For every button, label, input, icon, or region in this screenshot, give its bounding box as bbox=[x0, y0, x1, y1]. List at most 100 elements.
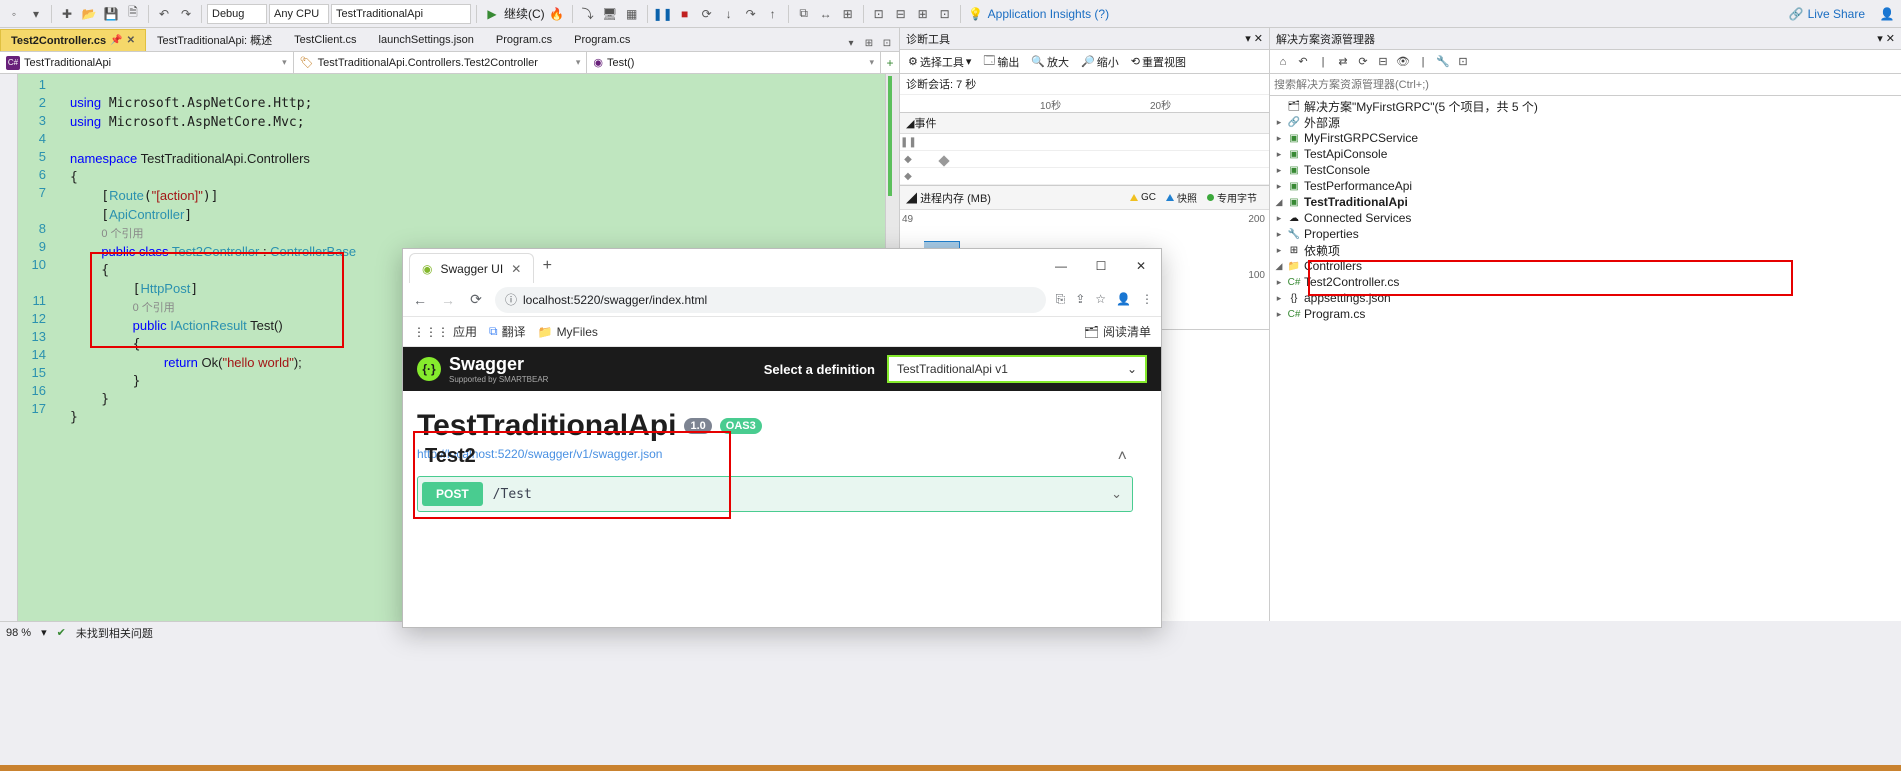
node-project5[interactable]: ◢▣TestTraditionalApi bbox=[1270, 194, 1901, 210]
node-external[interactable]: ▸🔗外部源 bbox=[1270, 114, 1901, 130]
undo-icon[interactable]: ↶ bbox=[154, 4, 174, 24]
node-project2[interactable]: ▸▣TestApiConsole bbox=[1270, 146, 1901, 162]
tab-launchsettings[interactable]: launchSettings.json bbox=[368, 29, 485, 51]
node-connected[interactable]: ▸☁Connected Services bbox=[1270, 210, 1901, 226]
apps-button[interactable]: ⋮⋮⋮应用 bbox=[413, 323, 477, 340]
redo-icon[interactable]: ↷ bbox=[176, 4, 196, 24]
tool6-icon[interactable]: ⊞ bbox=[913, 4, 933, 24]
output-button[interactable]: 🗔 输出 bbox=[979, 52, 1023, 71]
translate-icon[interactable]: ⎘ bbox=[1056, 292, 1066, 307]
definition-select[interactable]: TestTraditionalApi v1⌄ bbox=[887, 355, 1147, 383]
run-icon[interactable]: ▶ bbox=[482, 4, 502, 24]
nav-class[interactable]: 🏷TestTraditionalApi.Controllers.Test2Con… bbox=[294, 52, 588, 73]
sol-home-icon[interactable]: ⌂ bbox=[1274, 53, 1292, 71]
window-close-icon[interactable]: ✕ bbox=[1121, 251, 1161, 281]
zoom-in-button[interactable]: 🔍 放大 bbox=[1027, 54, 1073, 70]
panel-close-icon[interactable]: ✕ bbox=[1886, 33, 1895, 45]
sol-collapse-icon[interactable]: ⊟ bbox=[1374, 53, 1392, 71]
reading-list-button[interactable]: 🗂阅读清单 bbox=[1084, 323, 1151, 340]
save-icon[interactable]: 💾 bbox=[101, 4, 121, 24]
step-icon[interactable]: ⤵ bbox=[578, 4, 598, 24]
zoom-out-button[interactable]: 🔎 缩小 bbox=[1077, 54, 1123, 70]
tool4-icon[interactable]: ⊡ bbox=[869, 4, 889, 24]
node-deps[interactable]: ▸⊞依赖项 bbox=[1270, 242, 1901, 258]
breakpoint-gutter[interactable] bbox=[0, 74, 18, 621]
pin-icon[interactable]: 📌 bbox=[110, 35, 122, 46]
tab-test2controller[interactable]: Test2Controller.cs📌✕ bbox=[0, 29, 146, 51]
tool5-icon[interactable]: ⊟ bbox=[891, 4, 911, 24]
live-share-button[interactable]: 🔗Live Share bbox=[1789, 7, 1865, 21]
sol-view-icon[interactable]: ⊡ bbox=[1454, 53, 1472, 71]
tab-overview[interactable]: TestTraditionalApi: 概述 bbox=[146, 29, 283, 51]
nav-back-icon[interactable]: ◦ bbox=[4, 4, 24, 24]
stop-icon[interactable]: ■ bbox=[675, 4, 695, 24]
account-icon[interactable]: 👤 bbox=[1877, 4, 1897, 24]
star-icon[interactable]: ☆ bbox=[1095, 292, 1106, 307]
minimize-icon[interactable]: — bbox=[1041, 251, 1081, 281]
restart-icon[interactable]: ⟳ bbox=[697, 4, 717, 24]
solution-root[interactable]: 🗂解决方案"MyFirstGRPC"(5 个项目，共 5 个) bbox=[1270, 98, 1901, 114]
solution-tree[interactable]: 🗂解决方案"MyFirstGRPC"(5 个项目，共 5 个) ▸🔗外部源 ▸▣… bbox=[1270, 96, 1901, 324]
node-properties[interactable]: ▸🔧Properties bbox=[1270, 226, 1901, 242]
tab-program2[interactable]: Program.cs bbox=[563, 29, 641, 51]
tool1-icon[interactable]: ⧉ bbox=[794, 4, 814, 24]
node-project4[interactable]: ▸▣TestPerformanceApi bbox=[1270, 178, 1901, 194]
tab-testclient[interactable]: TestClient.cs bbox=[283, 29, 367, 51]
bulb-icon[interactable]: 💡 bbox=[966, 4, 986, 24]
sol-prop-icon[interactable]: 🔧 bbox=[1434, 53, 1452, 71]
new-tab-button[interactable]: + bbox=[534, 257, 560, 275]
sol-show-icon[interactable]: 👁 bbox=[1394, 53, 1412, 71]
translate-bookmark[interactable]: ⧉翻译 bbox=[489, 323, 526, 340]
url-field[interactable]: ⓘ localhost:5220/swagger/index.html bbox=[495, 287, 1046, 313]
tab-program1[interactable]: Program.cs bbox=[485, 29, 563, 51]
maximize-icon[interactable]: ☐ bbox=[1081, 251, 1121, 281]
browser-icon[interactable]: 🖥 bbox=[600, 4, 620, 24]
profile-icon[interactable]: 👤 bbox=[1116, 292, 1131, 307]
node-project1[interactable]: ▸▣MyFirstGRPCService bbox=[1270, 130, 1901, 146]
sol-sync-icon[interactable]: ⇄ bbox=[1334, 53, 1352, 71]
panel-dropdown-icon[interactable]: ▾ bbox=[1245, 33, 1251, 45]
browser-titlebar[interactable]: ◉ Swagger UI ✕ + — ☐ ✕ bbox=[403, 249, 1161, 283]
hot-reload-icon[interactable]: 🔥 bbox=[547, 4, 567, 24]
node-program[interactable]: ▸C#Program.cs bbox=[1270, 306, 1901, 322]
browser-forward-icon[interactable]: → bbox=[439, 292, 457, 308]
zoom-level[interactable]: 98 % bbox=[6, 627, 31, 639]
nav-project[interactable]: C#TestTraditionalApi▾ bbox=[0, 52, 294, 73]
browser-tab[interactable]: ◉ Swagger UI ✕ bbox=[409, 253, 534, 283]
browser-reload-icon[interactable]: ⟳ bbox=[467, 291, 485, 308]
tool3-icon[interactable]: ⊞ bbox=[838, 4, 858, 24]
sol-back-icon[interactable]: ↶ bbox=[1294, 53, 1312, 71]
pause-icon[interactable]: ❚❚ bbox=[653, 4, 673, 24]
reset-view-button[interactable]: ⟲ 重置视图 bbox=[1127, 54, 1190, 70]
tab-more-icon[interactable]: ⊡ bbox=[879, 35, 895, 51]
tool2-icon[interactable]: ↔ bbox=[816, 4, 836, 24]
save-all-icon[interactable]: 🗎 bbox=[123, 4, 143, 24]
kebab-icon[interactable]: ⋮ bbox=[1141, 292, 1153, 307]
share-icon[interactable]: ⇪ bbox=[1075, 292, 1085, 307]
browser-back-icon[interactable]: ← bbox=[411, 292, 429, 308]
memory-header[interactable]: ◢ 进程内存 (MB) GC 快照 专用字节 bbox=[900, 186, 1269, 210]
node-project3[interactable]: ▸▣TestConsole bbox=[1270, 162, 1901, 178]
platform-combo[interactable]: Any CPU bbox=[269, 4, 329, 24]
nav-fwd-icon[interactable]: ▾ bbox=[26, 4, 46, 24]
myfiles-bookmark[interactable]: 📁MyFiles bbox=[538, 325, 598, 339]
select-tools-button[interactable]: ⚙ 选择工具 ▾ bbox=[904, 54, 975, 70]
sol-refresh-icon[interactable]: ⟳ bbox=[1354, 53, 1372, 71]
diag-timeline[interactable]: 10秒 20秒 bbox=[900, 95, 1269, 113]
tab-dropdown-icon[interactable]: ▾ bbox=[843, 35, 859, 51]
events-header[interactable]: ◢ 事件 bbox=[900, 113, 1269, 134]
tool7-icon[interactable]: ⊡ bbox=[935, 4, 955, 24]
solution-search[interactable] bbox=[1270, 74, 1901, 96]
open-icon[interactable]: 📂 bbox=[79, 4, 99, 24]
fold-gutter[interactable] bbox=[52, 74, 66, 621]
close-icon[interactable]: ✕ bbox=[127, 35, 135, 46]
add-icon[interactable]: + bbox=[887, 56, 894, 70]
layout-icon[interactable]: ▦ bbox=[622, 4, 642, 24]
info-icon[interactable]: ⓘ bbox=[505, 291, 517, 308]
solution-search-input[interactable] bbox=[1274, 79, 1897, 91]
nav-member[interactable]: ◉Test()▾ bbox=[587, 52, 881, 73]
new-icon[interactable]: ✚ bbox=[57, 4, 77, 24]
tab-split-icon[interactable]: ⊞ bbox=[861, 35, 877, 51]
tab-close-icon[interactable]: ✕ bbox=[511, 262, 521, 276]
continue-button[interactable]: 继续(C) bbox=[504, 5, 545, 22]
